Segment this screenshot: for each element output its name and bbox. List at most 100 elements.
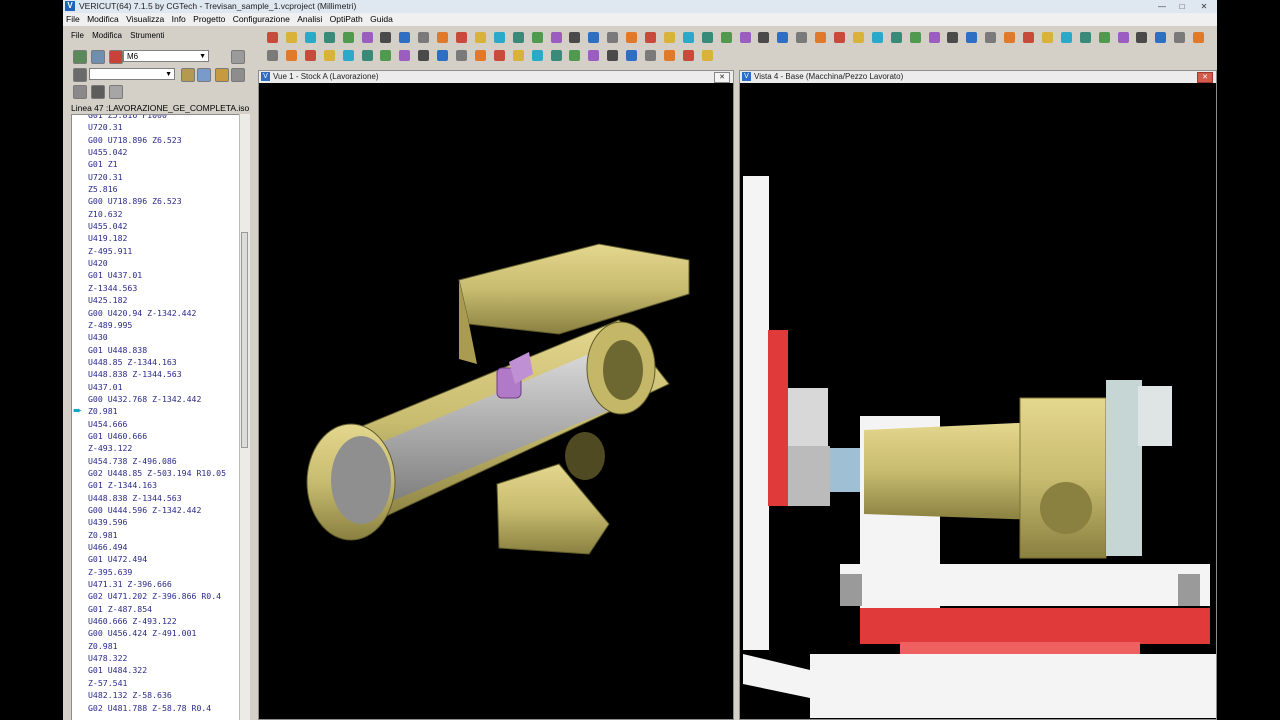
code-line[interactable]: Z-395.639 bbox=[88, 566, 226, 578]
menu-analisi[interactable]: Analisi bbox=[297, 14, 322, 24]
toolbar-tool-icon[interactable] bbox=[493, 50, 505, 61]
grid-view-icon[interactable] bbox=[91, 85, 105, 99]
code-line[interactable]: G02 U471.202 Z-396.866 R0.4 bbox=[88, 590, 226, 602]
toolbar-tool-icon[interactable] bbox=[1193, 32, 1205, 43]
code-line[interactable]: G00 U420.94 Z-1342.442 bbox=[88, 307, 226, 319]
toolbar-tool-icon[interactable] bbox=[418, 50, 430, 61]
code-line[interactable]: U482.132 Z-58.636 bbox=[88, 689, 226, 701]
scissors-icon[interactable] bbox=[231, 50, 245, 64]
code-line[interactable]: U439.596 bbox=[88, 516, 226, 528]
toolbar-tool-icon[interactable] bbox=[626, 50, 638, 61]
toolbar-tool-icon[interactable] bbox=[550, 50, 562, 61]
toolbar-tool-icon[interactable] bbox=[361, 50, 373, 61]
menu-visualizza[interactable]: Visualizza bbox=[126, 14, 164, 24]
toolbar-tool-icon[interactable] bbox=[437, 32, 449, 43]
code-line[interactable]: U460.666 Z-493.122 bbox=[88, 615, 226, 627]
detail-view-icon[interactable] bbox=[109, 85, 123, 99]
toolbar-tool-icon[interactable] bbox=[456, 32, 467, 43]
toolbar-tool-icon[interactable] bbox=[758, 32, 770, 43]
toolbar-tool-icon[interactable] bbox=[852, 32, 864, 43]
toolbar-tool-icon[interactable] bbox=[796, 32, 808, 43]
view-1-stock[interactable]: V Vue 1 - Stock A (Lavorazione) ✕ bbox=[258, 70, 734, 720]
code-line[interactable]: U448.838 Z-1344.563 bbox=[88, 368, 226, 380]
menu-modifica[interactable]: Modifica bbox=[87, 14, 119, 24]
toolbar-tool-icon[interactable] bbox=[966, 32, 978, 43]
toolbar-tool-icon[interactable] bbox=[607, 32, 619, 43]
toolbar-tool-icon[interactable] bbox=[342, 32, 354, 43]
toolbar-tool-icon[interactable] bbox=[626, 32, 638, 43]
toolbar-tool-icon[interactable] bbox=[588, 32, 600, 43]
toolbar-tool-icon[interactable] bbox=[474, 50, 486, 61]
toolbar-tool-icon[interactable] bbox=[720, 32, 732, 43]
toolbar-tool-icon[interactable] bbox=[645, 32, 656, 43]
toolbar-tool-icon[interactable] bbox=[1041, 32, 1053, 43]
code-line[interactable]: Z-493.122 bbox=[88, 442, 226, 454]
toolbar-tool-icon[interactable] bbox=[682, 50, 694, 61]
code-line[interactable]: U471.31 Z-396.666 bbox=[88, 578, 226, 590]
toolbar-tool-icon[interactable] bbox=[645, 50, 656, 61]
code-line[interactable]: U455.042 bbox=[88, 220, 226, 232]
tool-select[interactable]: M6 ▼ bbox=[123, 50, 209, 62]
view-4-machine[interactable]: V Vista 4 - Base (Macchina/Pezzo Lavorato… bbox=[739, 70, 1217, 720]
vericut-v-icon[interactable] bbox=[109, 50, 123, 64]
toolbar-tool-icon[interactable] bbox=[323, 50, 335, 61]
code-line[interactable]: U454.738 Z-496.086 bbox=[88, 455, 226, 467]
toolbar-tool-icon[interactable] bbox=[1155, 32, 1167, 43]
minimize-button[interactable]: — bbox=[1153, 1, 1171, 12]
toolbar-tool-icon[interactable] bbox=[418, 32, 430, 43]
toolbar-tool-icon[interactable] bbox=[304, 50, 316, 61]
gear-icon[interactable] bbox=[181, 68, 195, 82]
code-line[interactable]: Z-1344.563 bbox=[88, 282, 226, 294]
toolbar-tool-icon[interactable] bbox=[512, 32, 524, 43]
code-line[interactable]: Z5.816 bbox=[88, 183, 226, 195]
toolbar-tool-icon[interactable] bbox=[701, 50, 713, 61]
view-1-close-button[interactable]: ✕ bbox=[714, 72, 730, 83]
code-line[interactable]: U437.01 bbox=[88, 381, 226, 393]
toolbar-tool-icon[interactable] bbox=[550, 32, 562, 43]
code-line[interactable]: G01 Z-487.854 bbox=[88, 603, 226, 615]
toolbar-tool-icon[interactable] bbox=[815, 32, 827, 43]
code-line[interactable]: G00 U718.896 Z6.523 bbox=[88, 134, 226, 146]
code-line[interactable]: G01 U448.838 bbox=[88, 344, 226, 356]
toolbar-tool-icon[interactable] bbox=[1079, 32, 1091, 43]
toolbar-tool-icon[interactable] bbox=[512, 50, 524, 61]
code-line[interactable]: U419.182 bbox=[88, 232, 226, 244]
code-line[interactable]: G00 U432.768 Z-1342.442 bbox=[88, 393, 226, 405]
code-line[interactable]: U430 bbox=[88, 331, 226, 343]
code-line[interactable]: Z-495.911 bbox=[88, 245, 226, 257]
panel-menu-file[interactable]: File bbox=[71, 31, 84, 40]
menu-configurazione[interactable]: Configurazione bbox=[233, 14, 290, 24]
toolbar-tool-icon[interactable] bbox=[1117, 32, 1129, 43]
code-line[interactable]: G01 Z1 bbox=[88, 158, 226, 170]
toolbar-tool-icon[interactable] bbox=[437, 50, 449, 61]
panel-menu-strumenti[interactable]: Strumenti bbox=[130, 31, 164, 40]
toolbar-tool-icon[interactable] bbox=[380, 50, 392, 61]
toolbar-tool-icon[interactable] bbox=[1174, 32, 1186, 43]
code-line[interactable]: U478.322 bbox=[88, 652, 226, 664]
text-icon[interactable] bbox=[197, 68, 211, 82]
toolbar-tool-icon[interactable] bbox=[285, 32, 297, 43]
toolbar-tool-icon[interactable] bbox=[380, 32, 392, 43]
toolbar-tool-icon[interactable] bbox=[569, 50, 581, 61]
code-line[interactable]: G01 U437.01 bbox=[88, 269, 226, 281]
code-line[interactable]: G01 U472.494 bbox=[88, 553, 226, 565]
code-line[interactable]: Z0.981 bbox=[88, 640, 226, 652]
toolbar-tool-icon[interactable] bbox=[739, 32, 751, 43]
code-line[interactable]: U720.31 bbox=[88, 121, 226, 133]
code-line[interactable]: G00 U718.896 Z6.523 bbox=[88, 195, 226, 207]
cut-icon[interactable] bbox=[215, 68, 229, 82]
code-line[interactable]: U425.182 bbox=[88, 294, 226, 306]
panel-save-icon[interactable] bbox=[91, 50, 105, 64]
close-window-button[interactable]: ✕ bbox=[1195, 1, 1213, 12]
print-icon[interactable] bbox=[231, 68, 245, 82]
toolbar-tool-icon[interactable] bbox=[909, 32, 921, 43]
maximize-button[interactable]: □ bbox=[1173, 1, 1191, 12]
toolbar-tool-icon[interactable] bbox=[682, 32, 694, 43]
menu-guida[interactable]: Guida bbox=[370, 14, 393, 24]
code-line[interactable]: G02 U481.788 Z-58.78 R0.4 bbox=[88, 702, 226, 714]
toolbar-tool-icon[interactable] bbox=[1136, 32, 1148, 43]
toolbar-tool-icon[interactable] bbox=[985, 32, 997, 43]
code-line[interactable]: G01 Z-1344.163 bbox=[88, 479, 226, 491]
code-line[interactable]: Z0.981 bbox=[88, 405, 226, 417]
toolbar-tool-icon[interactable] bbox=[399, 50, 411, 61]
